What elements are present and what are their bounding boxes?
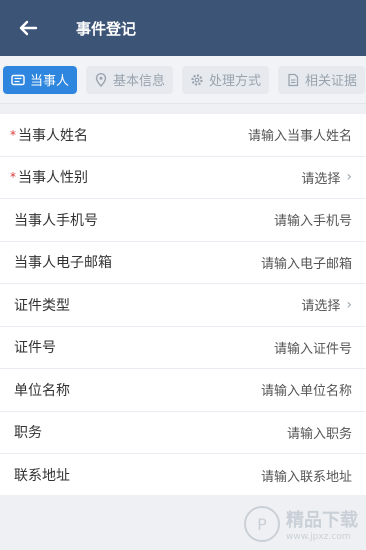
document-icon <box>286 73 300 87</box>
tab-handling-method[interactable]: 处理方式 <box>182 65 270 94</box>
field-label: 证件类型 <box>14 297 70 314</box>
gear-icon <box>190 73 204 87</box>
form-row-position[interactable]: 职务 请输入职务 <box>0 412 366 454</box>
form-row-company[interactable]: 单位名称 请输入单位名称 <box>0 369 366 412</box>
location-pin-icon <box>94 72 108 87</box>
field-label: 当事人姓名 <box>18 127 88 144</box>
tab-label: 当事人 <box>30 74 70 89</box>
phone-input[interactable]: 请输入手机号 <box>274 210 352 229</box>
field-label: 联系地址 <box>14 468 70 485</box>
field-label: 职务 <box>14 425 42 442</box>
watermark-url: www.jpxz.com <box>286 532 351 542</box>
required-mark: * <box>10 170 16 185</box>
form-row-gender[interactable]: * 当事人性别 请选择 › <box>0 157 366 199</box>
tab-evidence[interactable]: 相关证据 <box>278 65 366 94</box>
chevron-right-icon: › <box>346 169 352 186</box>
watermark: P 精品下载 www.jpxz.com <box>244 506 358 542</box>
chevron-right-icon: › <box>346 296 352 313</box>
arrow-left-icon <box>19 20 38 36</box>
form-row-email[interactable]: 当事人电子邮箱 请输入电子邮箱 <box>0 242 366 284</box>
field-label: 当事人性别 <box>18 170 88 187</box>
form-row-name[interactable]: * 当事人姓名 请输入当事人姓名 <box>0 114 366 157</box>
field-label: 证件号 <box>14 340 56 357</box>
id-number-input[interactable]: 请输入证件号 <box>274 338 352 357</box>
address-input[interactable]: 请输入联系地址 <box>261 466 352 485</box>
company-input[interactable]: 请输入单位名称 <box>261 380 352 399</box>
app-header: 事件登记 <box>0 0 366 56</box>
empty-area: P 精品下载 www.jpxz.com <box>0 495 366 550</box>
tab-basic-info[interactable]: 基本信息 <box>86 65 174 94</box>
form-row-id-type[interactable]: 证件类型 请选择 › <box>0 284 366 327</box>
back-button[interactable] <box>12 12 44 44</box>
id-type-select[interactable]: 请选择 <box>301 295 340 314</box>
id-card-icon <box>11 73 25 87</box>
watermark-logo-icon: P <box>244 506 280 542</box>
party-form: * 当事人姓名 请输入当事人姓名 * 当事人性别 请选择 › 当事人手机号 请输入手机… <box>0 114 366 497</box>
watermark-text: 精品下载 <box>286 510 358 531</box>
gender-select[interactable]: 请选择 <box>301 168 340 187</box>
field-label: 当事人电子邮箱 <box>14 255 112 272</box>
form-row-id-number[interactable]: 证件号 请输入证件号 <box>0 327 366 369</box>
tab-label: 处理方式 <box>209 74 262 89</box>
name-input[interactable]: 请输入当事人姓名 <box>248 125 352 144</box>
email-input[interactable]: 请输入电子邮箱 <box>261 253 352 272</box>
page-title: 事件登记 <box>76 19 137 38</box>
form-row-phone[interactable]: 当事人手机号 请输入手机号 <box>0 199 366 242</box>
form-row-address[interactable]: 联系地址 请输入联系地址 <box>0 454 366 497</box>
tab-label: 相关证据 <box>305 74 358 89</box>
position-input[interactable]: 请输入职务 <box>287 423 352 442</box>
field-label: 单位名称 <box>14 382 70 399</box>
required-mark: * <box>10 127 16 142</box>
tab-bar: 当事人 基本信息 处理方式 相关证据 <box>0 56 366 104</box>
field-label: 当事人手机号 <box>14 212 98 229</box>
tab-party[interactable]: 当事人 <box>3 65 78 94</box>
section-divider <box>0 104 366 114</box>
tab-label: 基本信息 <box>113 74 166 89</box>
